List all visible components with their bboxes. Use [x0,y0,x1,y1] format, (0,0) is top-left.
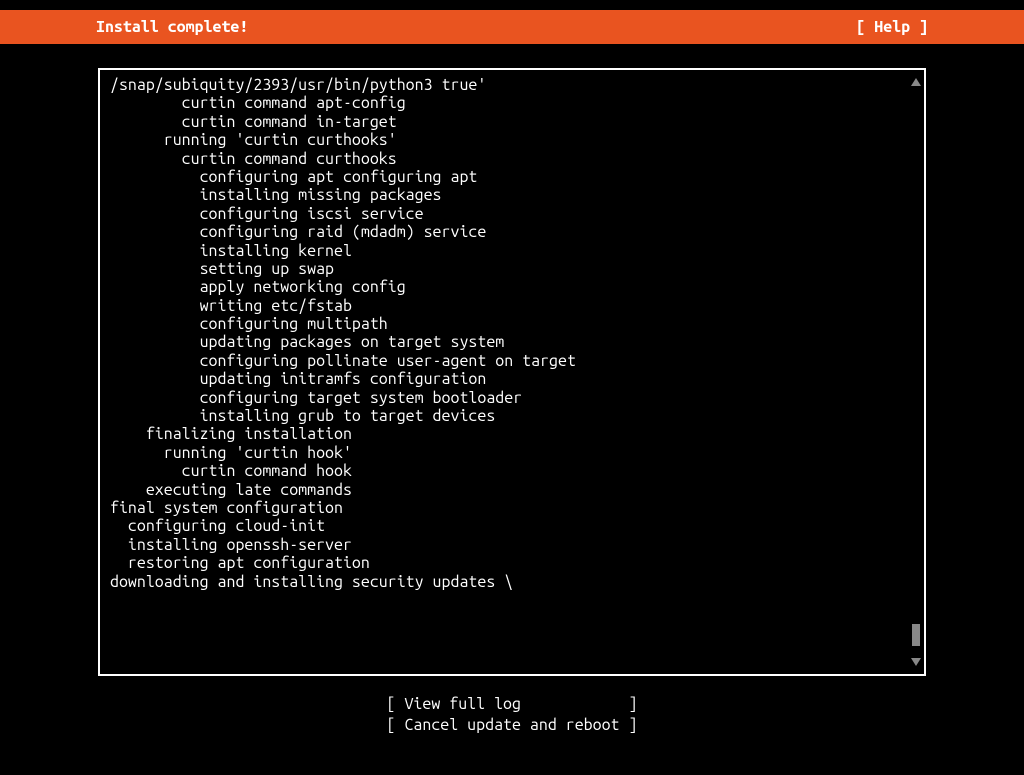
install-log-panel: /snap/subiquity/2393/usr/bin/python3 tru… [98,68,926,676]
cancel-update-reboot-button[interactable]: [ Cancel update and reboot ] [0,715,1024,736]
log-scrollbar[interactable] [911,78,921,666]
page-title: Install complete! [12,18,248,36]
footer-actions: [ View full log ] [ Cancel update and re… [0,694,1024,736]
scroll-down-icon[interactable] [911,658,921,666]
help-button[interactable]: [ Help ] [856,18,1012,36]
scroll-thumb[interactable] [912,624,920,646]
install-log-text: /snap/subiquity/2393/usr/bin/python3 tru… [110,76,914,591]
view-full-log-button[interactable]: [ View full log ] [0,694,1024,715]
installer-header: Install complete! [ Help ] [0,10,1024,44]
scroll-up-icon[interactable] [911,78,921,86]
